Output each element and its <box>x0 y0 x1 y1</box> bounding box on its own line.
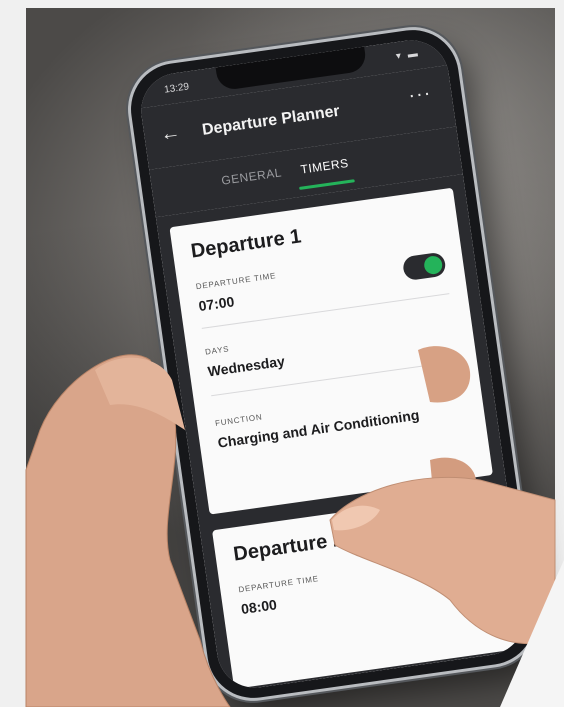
status-icons: ▾ ▬ <box>395 47 421 63</box>
status-time: 13:29 <box>163 81 190 96</box>
departure-toggle[interactable] <box>401 251 447 282</box>
toggle-knob <box>447 560 469 581</box>
tab-general[interactable]: GENERAL <box>220 165 282 187</box>
more-options-icon[interactable]: ··· <box>407 82 433 108</box>
page-title: Departure Planner <box>201 102 341 139</box>
departure-card[interactable]: Departure 1 DEPARTURE TIME 07:00 DAYS We… <box>169 187 493 515</box>
departure-title: Departure 2 <box>232 528 346 566</box>
days-label: DAYS <box>204 344 230 357</box>
toggle-knob <box>423 254 444 276</box>
divider <box>201 293 450 329</box>
departure-time-value[interactable]: 08:00 <box>240 596 278 617</box>
departure-time-label: DEPARTURE TIME <box>195 271 277 292</box>
departure-time-label: DEPARTURE TIME <box>237 574 320 595</box>
back-arrow-icon[interactable]: ← <box>159 121 182 147</box>
departure-title: Departure 1 <box>189 225 303 263</box>
departure-time-value[interactable]: 07:00 <box>198 293 236 314</box>
departure-toggle[interactable] <box>444 554 490 585</box>
timers-list: Departure 1 DEPARTURE TIME 07:00 DAYS We… <box>155 174 530 693</box>
function-value[interactable]: Charging and Air Conditioning <box>217 407 420 451</box>
tab-timers[interactable]: TIMERS <box>300 156 350 177</box>
active-tab-indicator <box>299 179 355 190</box>
days-value[interactable]: Wednesday <box>207 353 286 380</box>
function-label: FUNCTION <box>214 412 264 428</box>
departure-card[interactable]: Departure 2 DEPARTURE TIME 08:00 <box>211 490 518 689</box>
